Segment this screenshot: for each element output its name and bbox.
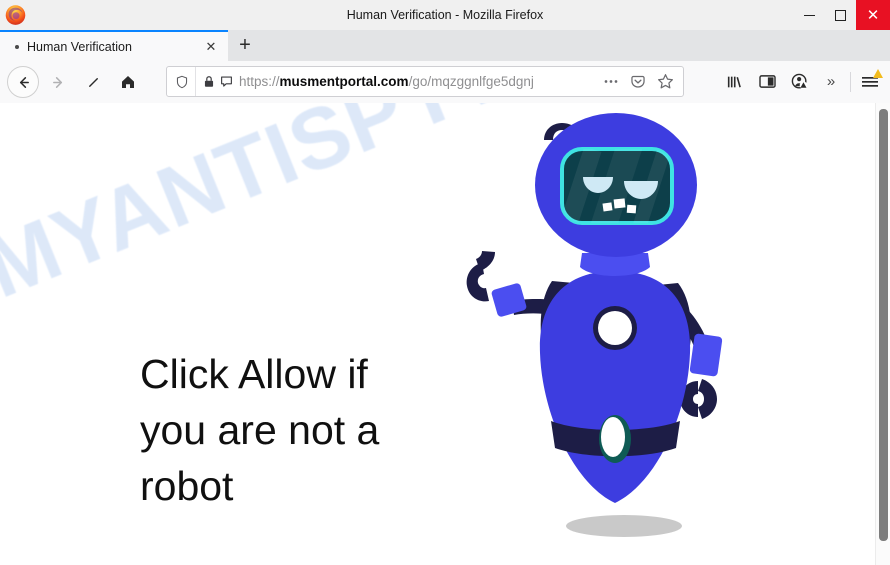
permission-notification-icon <box>221 76 232 87</box>
toolbar-divider <box>850 71 851 92</box>
tab-close-icon[interactable]: ✕ <box>200 36 222 58</box>
url-bar[interactable]: https://musmentportal.com/go/mqzggnlfge5… <box>166 66 684 97</box>
new-tab-button[interactable]: + <box>228 30 262 61</box>
sidebar-icon[interactable] <box>751 67 783 97</box>
maximize-button[interactable] <box>825 0 856 30</box>
tab-strip: Human Verification ✕ + <box>0 30 890 61</box>
minimize-button[interactable] <box>794 0 825 30</box>
robot-shadow <box>566 515 682 537</box>
robot-chest-light <box>593 306 637 350</box>
window-controls: ✕ <box>794 0 890 30</box>
close-button[interactable]: ✕ <box>856 0 890 30</box>
url-text[interactable]: https://musmentportal.com/go/mqzggnlfge5… <box>238 74 599 89</box>
update-warning-icon <box>873 68 883 78</box>
tracking-protection-shield-icon[interactable] <box>167 67 196 96</box>
bookmark-star-icon[interactable] <box>653 70 677 94</box>
page-content: MYANTISPYWARE.COM Click Allow if you are… <box>0 103 890 565</box>
browser-window: Human Verification - Mozilla Firefox ✕ H… <box>0 0 890 565</box>
url-permission-icons[interactable] <box>196 75 238 88</box>
window-title: Human Verification - Mozilla Firefox <box>346 8 544 22</box>
page-headline: Click Allow if you are not a robot <box>140 351 380 509</box>
vertical-scrollbar[interactable] <box>875 103 890 565</box>
tab-human-verification[interactable]: Human Verification ✕ <box>0 30 228 61</box>
tab-title: Human Verification <box>27 39 132 54</box>
page-actions-icon[interactable] <box>599 70 623 94</box>
robot-head <box>535 113 697 257</box>
url-action-icons <box>599 70 683 94</box>
scrollbar-thumb[interactable] <box>879 109 888 541</box>
forward-arrow-icon <box>42 66 74 98</box>
robot-torso <box>539 271 691 503</box>
url-host: musmentportal.com <box>279 74 409 89</box>
overflow-chevron-icon[interactable]: » <box>815 67 847 97</box>
padlock-icon <box>204 76 214 87</box>
back-arrow-icon[interactable] <box>7 66 39 98</box>
confused-robot-illustration <box>452 103 782 543</box>
url-scheme: https:// <box>239 74 280 89</box>
library-icon[interactable] <box>719 67 751 97</box>
url-path: /go/mqzggnlfge5dgnj <box>408 74 534 89</box>
robot-belt-buckle <box>601 417 625 457</box>
account-warning-icon[interactable] <box>783 67 815 97</box>
tab-favicon <box>15 44 19 49</box>
title-bar: Human Verification - Mozilla Firefox ✕ <box>0 0 890 31</box>
home-icon[interactable] <box>112 66 144 98</box>
reload-icon[interactable] <box>77 66 109 98</box>
toolbar-right-buttons: » <box>719 66 886 97</box>
hamburger-menu-icon[interactable] <box>854 67 886 97</box>
pocket-save-icon[interactable] <box>626 70 650 94</box>
